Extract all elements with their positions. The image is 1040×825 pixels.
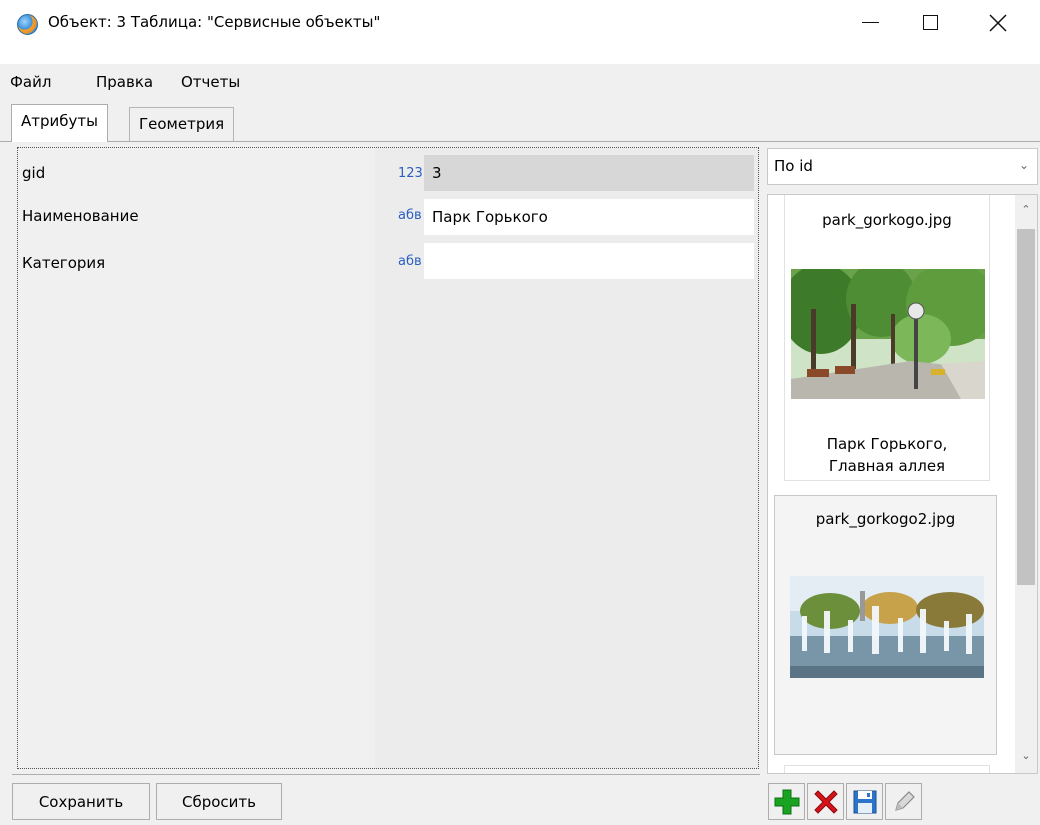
maximize-button[interactable]	[900, 0, 960, 45]
app-globe-icon	[17, 14, 38, 35]
name-field[interactable]	[424, 199, 754, 235]
add-photo-button[interactable]	[768, 783, 805, 820]
numeric-type-icon: 123	[398, 166, 423, 181]
reset-button[interactable]: Сбросить	[156, 783, 282, 820]
photo-gallery[interactable]: park_gorkogo.jpg Парк Горького, Главная …	[767, 194, 1038, 774]
chevron-down-icon: ⌄	[1018, 158, 1029, 172]
save-icon	[853, 790, 876, 813]
delete-photo-button[interactable]	[807, 783, 844, 820]
fountain-thumbnail	[790, 576, 984, 678]
sort-dropdown[interactable]: По id ⌄	[767, 148, 1038, 185]
delete-icon	[813, 789, 838, 814]
scroll-down-icon[interactable]: ⌄	[1015, 749, 1037, 773]
tab-divider	[0, 141, 1040, 142]
attribute-name-column	[18, 148, 375, 768]
menu-bar: Файл Правка Отчеты	[0, 64, 1040, 100]
tab-geometry[interactable]: Геометрия	[129, 107, 235, 141]
text-type-icon: абв	[398, 254, 422, 269]
close-button[interactable]	[968, 0, 1028, 45]
photo-caption: Парк Горького, Главная аллея	[785, 433, 989, 477]
text-type-icon: абв	[398, 208, 422, 223]
save-photo-button[interactable]	[846, 783, 883, 820]
divider	[12, 774, 760, 775]
attr-label-gid: gid	[22, 164, 46, 182]
photo-caption-line: Главная аллея	[828, 457, 946, 475]
photo-caption-line: Парк Горького,	[826, 435, 948, 453]
attr-label-category: Категория	[22, 254, 106, 272]
minimize-icon	[861, 21, 879, 24]
menu-edit[interactable]: Правка	[96, 73, 153, 91]
edit-photo-button[interactable]	[885, 783, 922, 820]
menu-file[interactable]: Файл	[10, 73, 51, 91]
gallery-scrollbar[interactable]: ⌃ ⌄	[1015, 195, 1037, 773]
photo-card[interactable]	[784, 765, 990, 773]
title-bar: Объект: 3 Таблица: "Сервисные объекты"	[0, 0, 1040, 64]
minimize-button[interactable]	[840, 0, 900, 45]
menu-reports[interactable]: Отчеты	[181, 73, 240, 91]
photo-filename: park_gorkogo2.jpg	[815, 510, 956, 528]
gid-field[interactable]	[424, 155, 754, 191]
photo-card[interactable]: park_gorkogo2.jpg	[774, 495, 997, 755]
window-title: Объект: 3 Таблица: "Сервисные объекты"	[48, 13, 381, 31]
attr-label-name: Наименование	[22, 207, 139, 225]
tab-attributes[interactable]: Атрибуты	[11, 104, 108, 142]
save-button[interactable]: Сохранить	[12, 783, 150, 820]
category-field[interactable]	[424, 243, 754, 279]
photo-filename: park_gorkogo.jpg	[822, 211, 952, 229]
scrollbar-thumb[interactable]	[1017, 229, 1035, 585]
sort-selected-value: По id	[774, 157, 813, 175]
photo-card[interactable]: park_gorkogo.jpg Парк Горького, Главная …	[784, 195, 990, 481]
maximize-icon	[922, 15, 938, 30]
close-icon	[989, 13, 1007, 32]
add-icon	[774, 789, 799, 814]
scroll-up-icon[interactable]: ⌃	[1015, 203, 1037, 227]
attribute-grid: gid 123 Наименование абв Категория абв	[17, 147, 759, 769]
park-alley-thumbnail	[791, 269, 985, 399]
edit-icon	[894, 790, 915, 811]
